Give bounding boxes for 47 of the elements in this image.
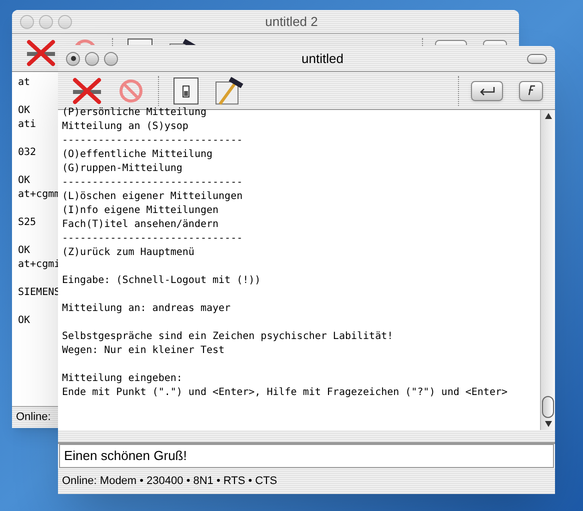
terminal-line: OK — [18, 174, 30, 188]
scrollbar[interactable] — [540, 110, 555, 430]
terminal-line: Mitteilung an: andreas mayer — [62, 302, 231, 316]
window-button[interactable] — [66, 52, 80, 66]
terminal-line: (G)ruppen-Mitteilung — [62, 162, 182, 176]
return-icon — [478, 86, 496, 96]
terminal-line: SIEMENS — [18, 286, 60, 300]
return-button[interactable] — [471, 80, 503, 100]
terminal-line: (Z)urück zum Hauptmenü — [62, 246, 194, 260]
terminal-line: Ende mit Punkt (".") und <Enter>, Hilfe mit Fragezeichen ("?") und <Enter> — [62, 386, 508, 400]
terminal-line: OK — [18, 244, 30, 258]
terminal-line: at+cgmm — [18, 188, 60, 202]
scroll-up-icon[interactable] — [544, 113, 552, 119]
terminal-line: ------------------------------ — [62, 232, 243, 246]
terminal-line: Mitteilung eingeben: — [62, 372, 182, 386]
function-button[interactable] — [519, 80, 543, 100]
terminal-line: (I)nfo eigene Mitteilungen — [62, 204, 219, 218]
status-text: Online: — [16, 410, 51, 426]
terminal-line: Fach(T)itel ansehen/ändern — [62, 218, 219, 232]
terminal-line: 032 — [18, 146, 36, 160]
hammer-icon[interactable] — [215, 76, 245, 106]
terminal-line: Wegen: Nur ein kleiner Test — [62, 344, 225, 358]
message-input[interactable]: Einen schönen Gruß! — [59, 444, 554, 468]
toolbar-toggle-button[interactable] — [527, 54, 547, 64]
terminal-line: S25 — [18, 216, 36, 230]
terminal-line: at+cgmi — [18, 258, 60, 272]
delete-icon[interactable] — [24, 38, 58, 66]
terminal-line: Mitteilung an (S)ysop — [62, 120, 188, 134]
terminal-line: ------------------------------ — [62, 176, 243, 190]
terminal-line: OK — [18, 314, 30, 328]
terminal-line: (O)effentliche Mitteilung — [62, 148, 213, 162]
function-icon — [526, 85, 536, 96]
terminal-line: ati — [18, 118, 36, 132]
terminal-line: OK — [18, 104, 30, 118]
terminal-line: ------------------------------ — [62, 134, 243, 148]
switch-icon[interactable] — [173, 76, 199, 104]
window-title: untitled 2 — [265, 14, 318, 29]
status-text: Online: Modem • 230400 • 8N1 • RTS • CTS — [62, 474, 278, 489]
terminal-line: Eingabe: (Schnell-Logout mit (!)) — [62, 274, 261, 288]
terminal-line: (P)ersönliche Mitteilung — [62, 106, 206, 120]
terminal-line: at — [18, 76, 30, 90]
terminal-line: Selbstgespräche sind ein Zeichen psychischer Labilität! — [62, 330, 394, 344]
scroll-thumb[interactable] — [542, 396, 554, 418]
scroll-down-icon[interactable] — [544, 421, 552, 427]
delete-icon[interactable] — [70, 76, 104, 104]
window-title: untitled — [302, 50, 344, 66]
terminal-line: (L)öschen eigener Mitteilungen — [62, 190, 243, 204]
